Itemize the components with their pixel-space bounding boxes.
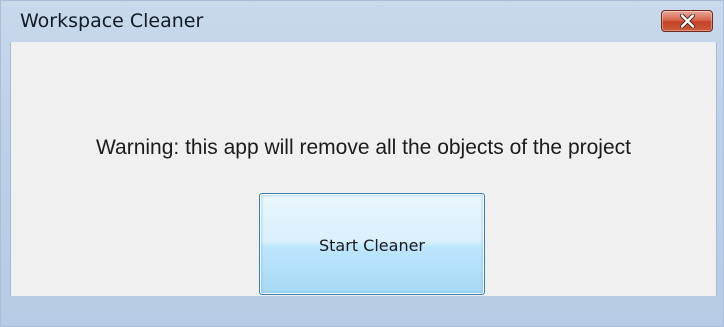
warning-message: Warning: this app will remove all the ob…	[96, 136, 631, 159]
dialog-body: Warning: this app will remove all the ob…	[10, 42, 717, 296]
window-title: Workspace Cleaner	[20, 10, 204, 32]
close-button[interactable]	[661, 10, 713, 32]
start-cleaner-button-label: Start Cleaner	[319, 236, 425, 255]
title-bar[interactable]: Workspace Cleaner	[1, 1, 723, 41]
workspace-cleaner-window: Workspace Cleaner Warning: this app will…	[0, 0, 724, 327]
close-icon	[680, 14, 695, 28]
start-cleaner-button[interactable]: Start Cleaner	[259, 193, 485, 295]
